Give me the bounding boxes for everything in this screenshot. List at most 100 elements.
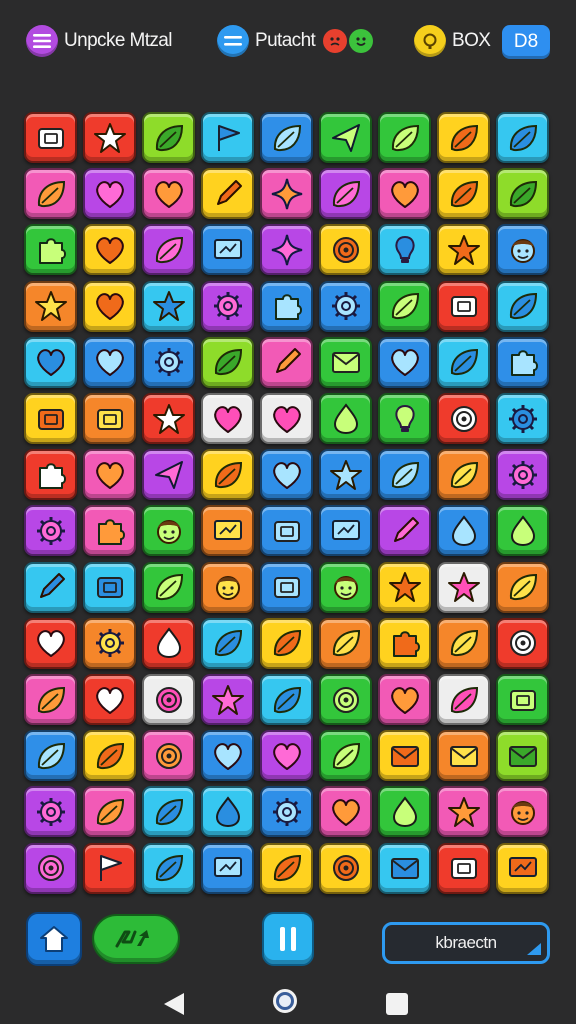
board-tile[interactable] xyxy=(260,674,313,725)
board-tile[interactable] xyxy=(142,617,195,669)
home-button[interactable] xyxy=(26,912,82,966)
board-tile[interactable] xyxy=(260,112,313,163)
board-tile[interactable] xyxy=(201,393,254,444)
board-tile[interactable] xyxy=(319,280,372,332)
recent-apps-icon[interactable] xyxy=(386,993,408,1015)
board-tile[interactable] xyxy=(142,393,195,444)
board-tile[interactable] xyxy=(260,280,313,332)
board-tile[interactable] xyxy=(83,674,136,725)
board-tile[interactable] xyxy=(437,674,490,725)
board-tile[interactable] xyxy=(201,505,254,557)
board-tile[interactable] xyxy=(201,449,254,501)
board-tile[interactable] xyxy=(24,336,77,388)
level-badge[interactable]: D8 xyxy=(502,25,550,59)
board-tile[interactable] xyxy=(378,730,431,782)
board-tile[interactable] xyxy=(437,786,490,838)
board-tile[interactable] xyxy=(496,674,549,725)
board-tile[interactable] xyxy=(83,786,136,838)
board-tile[interactable] xyxy=(201,168,254,220)
board-tile[interactable] xyxy=(378,674,431,725)
swap-button[interactable] xyxy=(92,914,180,964)
board-tile[interactable] xyxy=(201,786,254,838)
board-tile[interactable] xyxy=(496,842,549,894)
board-tile[interactable] xyxy=(24,505,77,557)
board-tile[interactable] xyxy=(496,730,549,782)
board-tile[interactable] xyxy=(142,224,195,276)
board-tile[interactable] xyxy=(142,842,195,894)
board-tile[interactable] xyxy=(260,168,313,220)
board-tile[interactable] xyxy=(496,617,549,669)
board-tile[interactable] xyxy=(83,505,136,557)
board-tile[interactable] xyxy=(201,730,254,782)
board-tile[interactable] xyxy=(496,449,549,501)
board-tile[interactable] xyxy=(24,224,77,276)
board-tile[interactable] xyxy=(319,786,372,838)
board-tile[interactable] xyxy=(378,224,431,276)
board-tile[interactable] xyxy=(142,449,195,501)
board-tile[interactable] xyxy=(378,393,431,444)
board-tile[interactable] xyxy=(319,842,372,894)
board-tile[interactable] xyxy=(201,336,254,388)
board-tile[interactable] xyxy=(496,393,549,444)
coins-pill[interactable]: BOX xyxy=(414,24,491,58)
board-tile[interactable] xyxy=(260,617,313,669)
board-tile[interactable] xyxy=(24,842,77,894)
board-tile[interactable] xyxy=(319,112,372,163)
board-tile[interactable] xyxy=(83,730,136,782)
board-tile[interactable] xyxy=(319,730,372,782)
board-tile[interactable] xyxy=(201,280,254,332)
pause-button[interactable] xyxy=(262,912,314,966)
board-tile[interactable] xyxy=(378,561,431,613)
board-tile[interactable] xyxy=(83,449,136,501)
board-tile[interactable] xyxy=(437,842,490,894)
board-tile[interactable] xyxy=(437,449,490,501)
board-tile[interactable] xyxy=(83,336,136,388)
board-tile[interactable] xyxy=(319,393,372,444)
back-icon[interactable] xyxy=(164,993,184,1015)
board-tile[interactable] xyxy=(260,730,313,782)
board-tile[interactable] xyxy=(83,280,136,332)
board-tile[interactable] xyxy=(201,224,254,276)
board-tile[interactable] xyxy=(319,449,372,501)
board-tile[interactable] xyxy=(260,561,313,613)
board-tile[interactable] xyxy=(437,336,490,388)
board-tile[interactable] xyxy=(496,561,549,613)
board-tile[interactable] xyxy=(437,393,490,444)
board-tile[interactable] xyxy=(83,842,136,894)
board-tile[interactable] xyxy=(24,280,77,332)
board-tile[interactable] xyxy=(437,617,490,669)
board-tile[interactable] xyxy=(260,393,313,444)
board-tile[interactable] xyxy=(201,112,254,163)
board-tile[interactable] xyxy=(83,617,136,669)
board-tile[interactable] xyxy=(319,617,372,669)
board-tile[interactable] xyxy=(142,561,195,613)
board-tile[interactable] xyxy=(260,842,313,894)
board-tile[interactable] xyxy=(142,336,195,388)
board-tile[interactable] xyxy=(496,224,549,276)
board-tile[interactable] xyxy=(142,168,195,220)
score-field[interactable]: kbraectn xyxy=(382,922,550,964)
board-tile[interactable] xyxy=(24,112,77,163)
board-tile[interactable] xyxy=(142,730,195,782)
board-tile[interactable] xyxy=(83,393,136,444)
board-tile[interactable] xyxy=(496,112,549,163)
board-tile[interactable] xyxy=(437,168,490,220)
menu-icon[interactable] xyxy=(26,25,58,57)
board-tile[interactable] xyxy=(83,112,136,163)
menu-pill[interactable]: Unpcke Mtzal xyxy=(26,24,173,58)
board-tile[interactable] xyxy=(319,168,372,220)
board-tile[interactable] xyxy=(378,280,431,332)
board-tile[interactable] xyxy=(378,112,431,163)
board-tile[interactable] xyxy=(24,393,77,444)
board-tile[interactable] xyxy=(83,168,136,220)
board-tile[interactable] xyxy=(24,786,77,838)
board-tile[interactable] xyxy=(496,168,549,220)
board-tile[interactable] xyxy=(260,449,313,501)
board-tile[interactable] xyxy=(24,561,77,613)
board-tile[interactable] xyxy=(142,112,195,163)
board-tile[interactable] xyxy=(201,561,254,613)
board-tile[interactable] xyxy=(142,674,195,725)
board-tile[interactable] xyxy=(378,786,431,838)
board-tile[interactable] xyxy=(437,730,490,782)
board-tile[interactable] xyxy=(437,224,490,276)
